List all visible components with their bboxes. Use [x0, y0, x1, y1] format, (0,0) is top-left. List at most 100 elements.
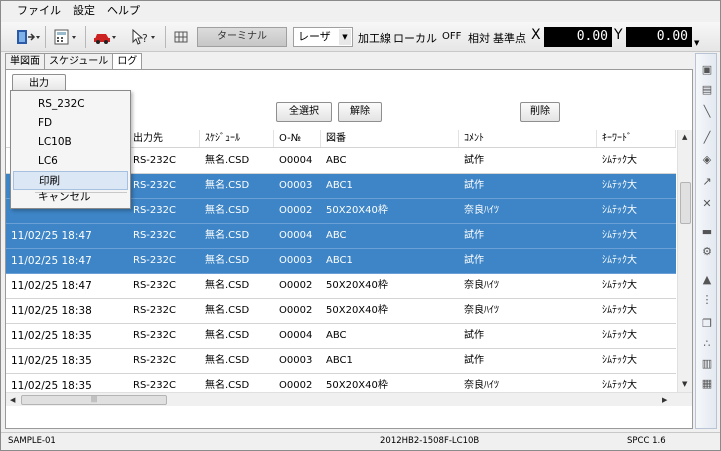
- gear-icon[interactable]: ⚙: [699, 244, 715, 260]
- tab-schedule[interactable]: スケジュール: [44, 53, 114, 69]
- scroll-right-icon[interactable]: ▶: [662, 396, 667, 404]
- grid-icon[interactable]: [173, 27, 189, 47]
- relative-toggle[interactable]: 相対: [468, 30, 490, 46]
- cell-date: 11/02/25 18:47: [11, 230, 92, 242]
- x-coord-display: 0.00: [544, 27, 612, 47]
- column-header-drawing-number[interactable]: 図番: [321, 130, 459, 147]
- column-header-o-number[interactable]: O-№: [274, 130, 321, 147]
- cell-o-number: O0004: [279, 330, 313, 341]
- table-row[interactable]: 11/02/25 18:47 RS-232C 無名.CSD O0002 50X20X40…: [6, 274, 676, 299]
- tab-single-drawing[interactable]: 単図面: [5, 53, 45, 69]
- toolbar: ? ターミナル レーザ ▼ 加工線 ローカル OFF 相対 基準点 X 0.00…: [1, 22, 720, 52]
- tools-icon[interactable]: ✕: [699, 196, 715, 212]
- select-all-button[interactable]: 全選択: [276, 102, 332, 122]
- vertical-scrollbar[interactable]: ▲ ▼: [677, 130, 692, 392]
- cell-drawing-number: ABC1: [326, 355, 353, 366]
- cell-schedule: 無名.CSD: [205, 180, 250, 191]
- scanner-icon[interactable]: ▣: [699, 62, 715, 78]
- table-row[interactable]: 11/02/25 18:47 RS-232C 無名.CSD O0003 ABC1 試作 ｼﾑ…: [6, 249, 676, 274]
- cell-drawing-number: 50X20X40枠: [326, 305, 388, 316]
- column-header-destination[interactable]: 出力先: [128, 130, 200, 147]
- cell-o-number: O0002: [279, 305, 313, 316]
- menu-item-cancel[interactable]: キャンセル: [13, 188, 128, 207]
- horizontal-scroll-thumb[interactable]: |||: [21, 395, 167, 405]
- status-bar: SAMPLE-01 2012HB2-1508F-LC10B SPCC 1.6: [1, 432, 720, 450]
- cell-keyword: ｼﾑﾃｯｸ大: [602, 255, 637, 266]
- menu-bar: ファイル 設定 ヘルプ: [1, 1, 720, 21]
- y-coord-display: 0.00: [626, 27, 692, 47]
- menu-help[interactable]: ヘルプ: [101, 1, 146, 21]
- cell-comment: 試作: [464, 180, 484, 191]
- processing-line-toggle[interactable]: 加工線: [358, 30, 391, 46]
- cell-destination: RS-232C: [133, 305, 176, 316]
- cell-comment: 試作: [464, 155, 484, 166]
- column-header-comment[interactable]: ｺﾒﾝﾄ: [459, 130, 597, 147]
- cell-o-number: O0004: [279, 155, 313, 166]
- chevron-down-icon: ▼: [339, 29, 351, 45]
- menu-item-lc6[interactable]: LC6: [13, 152, 128, 171]
- calculator-icon[interactable]: [53, 27, 79, 47]
- scroll-down-icon[interactable]: ▼: [682, 380, 687, 388]
- cell-drawing-number: ABC: [326, 155, 347, 166]
- document-icon[interactable]: ▥: [699, 356, 715, 372]
- table-row[interactable]: 11/02/25 18:47 RS-232C 無名.CSD O0004 ABC 試作 ｼﾑﾃ…: [6, 224, 676, 249]
- stamp-icon[interactable]: ▬: [699, 224, 715, 240]
- cursor-help-icon[interactable]: ?: [131, 27, 157, 47]
- menu-item-lc10b[interactable]: LC10B: [13, 133, 128, 152]
- base-point-toggle[interactable]: 基準点: [493, 30, 526, 46]
- cell-keyword: ｼﾑﾃｯｸ大: [602, 355, 637, 366]
- column-header-schedule[interactable]: ｽｹｼﾞｭｰﾙ: [200, 130, 274, 147]
- menu-item-fd[interactable]: FD: [13, 114, 128, 133]
- tab-log[interactable]: ログ: [112, 53, 143, 70]
- status-file-name: SAMPLE-01: [8, 436, 56, 446]
- line-icon[interactable]: ╱: [699, 130, 715, 146]
- cell-schedule: 無名.CSD: [205, 205, 250, 216]
- cell-keyword: ｼﾑﾃｯｸ大: [602, 155, 637, 166]
- cell-schedule: 無名.CSD: [205, 330, 250, 341]
- laser-select[interactable]: レーザ ▼: [293, 27, 353, 47]
- cell-schedule: 無名.CSD: [205, 305, 250, 316]
- cone-icon[interactable]: ▲: [699, 272, 715, 288]
- app-window: ファイル 設定 ヘルプ ? ターミナル レーザ ▼ 加工線 ローカル OFF 相…: [0, 0, 721, 451]
- cell-keyword: ｼﾑﾃｯｸ大: [602, 305, 637, 316]
- table-icon[interactable]: ▦: [699, 376, 715, 392]
- cell-keyword: ｼﾑﾃｯｸ大: [602, 180, 637, 191]
- cell-schedule: 無名.CSD: [205, 230, 250, 241]
- terminal-display[interactable]: ターミナル: [197, 27, 287, 47]
- car-icon[interactable]: [93, 27, 119, 47]
- scroll-left-icon[interactable]: ◀: [10, 396, 15, 404]
- chain-icon[interactable]: ◈: [699, 152, 715, 168]
- menu-file[interactable]: ファイル: [11, 1, 67, 21]
- cell-date: 11/02/25 18:35: [11, 330, 92, 342]
- arrow-icon[interactable]: ↗: [699, 174, 715, 190]
- delete-button[interactable]: 削除: [520, 102, 560, 122]
- table-row[interactable]: 11/02/25 18:35 RS-232C 無名.CSD O0003 ABC1 試作 ｼﾑ…: [6, 349, 676, 374]
- local-toggle[interactable]: ローカル: [393, 30, 437, 46]
- cell-o-number: O0003: [279, 355, 313, 366]
- column-header-keyword[interactable]: ｷｰﾜｰﾄﾞ: [597, 130, 676, 147]
- off-toggle[interactable]: OFF: [442, 31, 461, 42]
- menu-settings[interactable]: 設定: [67, 1, 101, 21]
- cell-destination: RS-232C: [133, 205, 176, 216]
- dots-icon[interactable]: ⋮: [699, 292, 715, 308]
- layers-icon[interactable]: ❐: [699, 316, 715, 332]
- cell-keyword: ｼﾑﾃｯｸ大: [602, 330, 637, 341]
- cell-date: 11/02/25 18:35: [11, 355, 92, 367]
- deselect-button[interactable]: 解除: [338, 102, 382, 122]
- status-part-code: 2012HB2-1508F-LC10B: [380, 436, 480, 446]
- door-exit-icon[interactable]: [15, 27, 41, 47]
- x-coord-label: X: [531, 27, 541, 43]
- cell-schedule: 無名.CSD: [205, 355, 250, 366]
- printer-icon[interactable]: ▤: [699, 82, 715, 98]
- scroll-up-icon[interactable]: ▲: [682, 133, 687, 141]
- table-row[interactable]: 11/02/25 18:38 RS-232C 無名.CSD O0002 50X20X40…: [6, 299, 676, 324]
- nodes-icon[interactable]: ∴: [699, 336, 715, 352]
- menu-item-rs232c[interactable]: RS_232C: [13, 95, 128, 114]
- horizontal-scrollbar[interactable]: ◀ ||| ▶: [6, 392, 692, 406]
- line-icon[interactable]: ╲: [699, 104, 715, 120]
- vertical-scroll-thumb[interactable]: [680, 182, 691, 224]
- toolbar-overflow-icon[interactable]: ▼: [694, 39, 699, 47]
- cell-o-number: O0002: [279, 205, 313, 216]
- table-row[interactable]: 11/02/25 18:35 RS-232C 無名.CSD O0004 ABC 試作 ｼﾑﾃ…: [6, 324, 676, 349]
- cell-keyword: ｼﾑﾃｯｸ大: [602, 280, 637, 291]
